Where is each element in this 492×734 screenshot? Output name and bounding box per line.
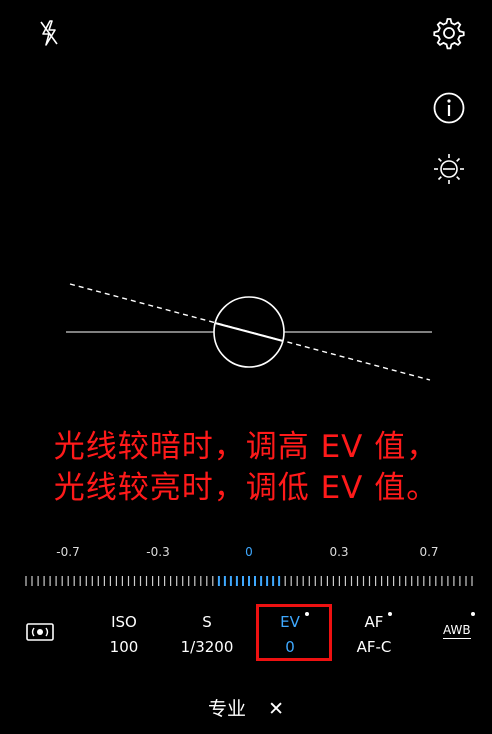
ev-scale-label: 0.7 — [419, 545, 439, 559]
awb-auto-dot — [471, 612, 475, 616]
gear-icon[interactable] — [432, 16, 466, 50]
ev-highlight-box — [256, 604, 332, 661]
mode-label: 专业 — [208, 698, 247, 720]
af-label: AF — [364, 613, 384, 631]
iso-label: ISO — [111, 613, 137, 631]
af-auto-dot — [388, 612, 392, 616]
shutter-control[interactable]: S 1/3200 — [162, 612, 252, 658]
brightness-icon[interactable] — [431, 151, 467, 187]
ev-scale-label: 0.3 — [329, 545, 349, 559]
shutter-label: S — [202, 613, 212, 631]
level-indicator — [66, 283, 432, 381]
awb-control[interactable]: AWB — [443, 623, 471, 639]
ev-scale-label: -0.3 — [146, 545, 170, 559]
af-value: AF-C — [356, 638, 392, 656]
annotation-line-2: 光线较亮时，调低 EV 值。 — [53, 470, 439, 506]
ev-scale-label-selected: 0 — [245, 545, 253, 559]
annotation-line-1: 光线较暗时，调高 EV 值， — [53, 429, 439, 465]
mode-bar: 专业 ✕ — [0, 694, 492, 721]
iso-value: 100 — [109, 638, 139, 656]
awb-label: AWB — [443, 623, 471, 639]
close-mode-button[interactable]: ✕ — [268, 698, 284, 720]
flash-off-icon[interactable] — [36, 18, 62, 48]
af-control[interactable]: AF AF-C — [329, 612, 419, 658]
ev-scale-label: -0.7 — [56, 545, 80, 559]
iso-control[interactable]: ISO 100 — [79, 612, 169, 658]
ev-slider[interactable] — [25, 574, 473, 588]
metering-mode-icon[interactable] — [25, 621, 55, 643]
shutter-value: 1/3200 — [180, 638, 234, 656]
info-icon[interactable] — [432, 91, 466, 125]
